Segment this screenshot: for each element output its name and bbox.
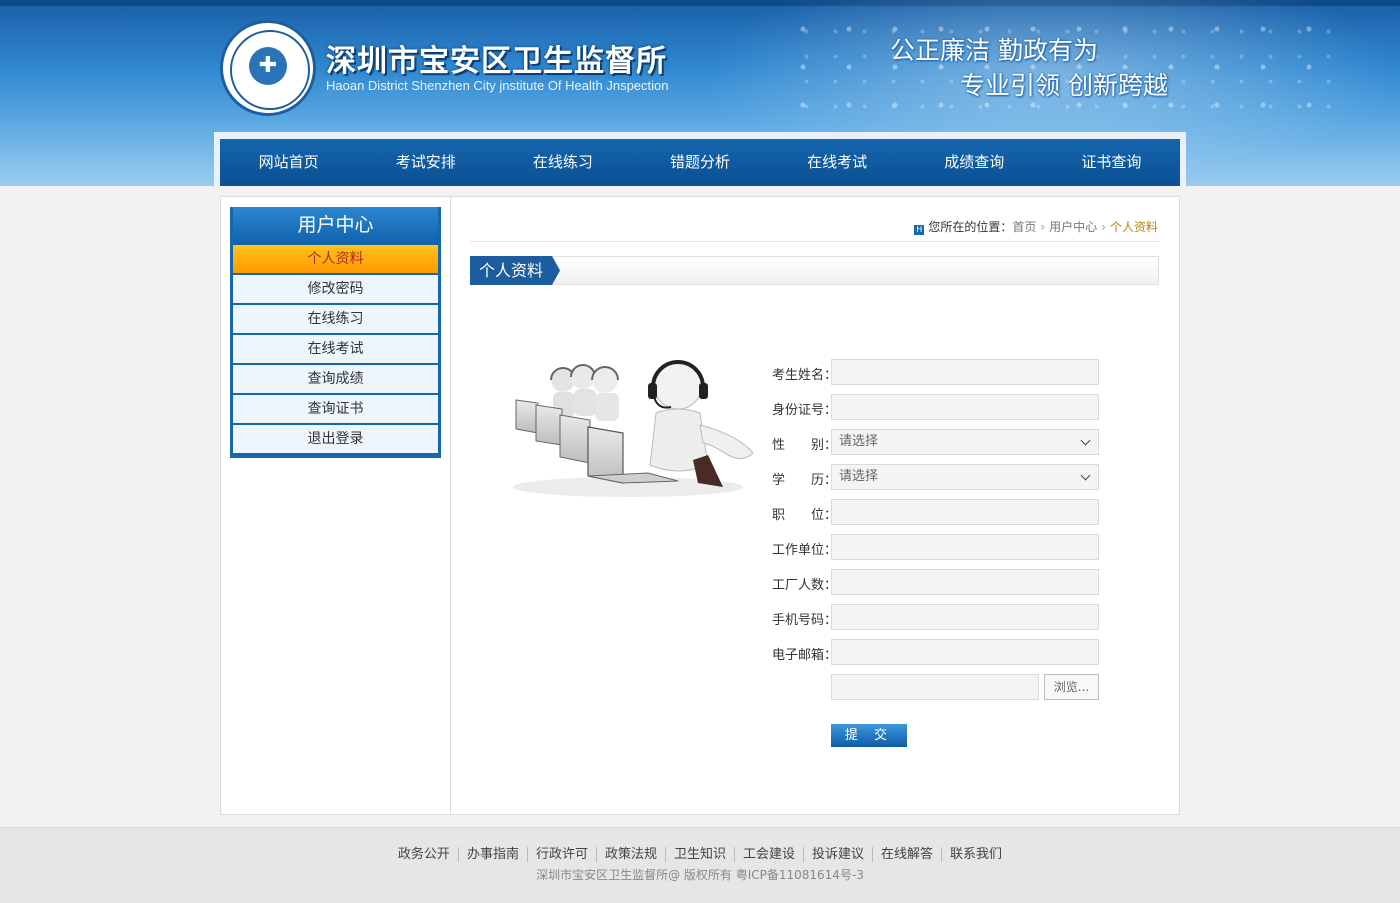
name-input[interactable] [831, 359, 1099, 385]
sidebar-item-logout[interactable]: 退出登录 [233, 425, 438, 453]
slogan-line-1: 公正廉洁 勤政有为 [890, 36, 1098, 65]
nav-item-exam-schedule[interactable]: 考试安排 [357, 139, 494, 186]
footer-link-contact[interactable]: 联系我们 [941, 847, 1011, 862]
chevron-right-icon: › [1040, 220, 1046, 234]
breadcrumb-home-link[interactable]: 首页 [1012, 220, 1036, 234]
footer-link-online-answers[interactable]: 在线解答 [872, 847, 942, 862]
sidebar-item-change-password[interactable]: 修改密码 [233, 275, 438, 303]
footer-link-complaints[interactable]: 投诉建议 [803, 847, 873, 862]
nav-item-home[interactable]: 网站首页 [220, 139, 357, 186]
sidebar-item-query-certificate[interactable]: 查询证书 [233, 395, 438, 423]
breadcrumb-divider [470, 241, 1159, 242]
chevron-right-icon: › [1101, 220, 1106, 234]
gender-select[interactable]: 请选择 [831, 429, 1099, 455]
nav-item-error-analysis[interactable]: 错题分析 [631, 139, 768, 186]
factory-headcount-input[interactable] [831, 569, 1099, 595]
footer-link-service-guide[interactable]: 办事指南 [457, 847, 527, 862]
sidebar-title: 用户中心 [233, 207, 438, 244]
factory-headcount-label: 工厂人数： [772, 578, 838, 593]
breadcrumb: H 您所在的位置：首页 › 用户中心 › 个人资料 [914, 218, 1158, 235]
breadcrumb-prefix: 您所在的位置： [928, 220, 1013, 234]
section-title: 个人资料 [470, 256, 560, 285]
id-number-input[interactable] [831, 394, 1099, 420]
nav-item-certificate-query[interactable]: 证书查询 [1043, 139, 1180, 186]
nav-item-online-practice[interactable]: 在线练习 [494, 139, 631, 186]
main-nav: 网站首页 考试安排 在线练习 错题分析 在线考试 成绩查询 证书查询 [220, 139, 1180, 186]
gender-label: 性 别： [772, 438, 838, 453]
sidebar-item-online-practice[interactable]: 在线练习 [233, 305, 438, 333]
footer-link-health-knowledge[interactable]: 卫生知识 [664, 847, 734, 862]
footer-link-union[interactable]: 工会建设 [734, 847, 804, 862]
footer-link-government-affairs[interactable]: 政务公开 [390, 847, 458, 862]
phone-label: 手机号码： [772, 613, 838, 628]
id-number-label: 身份证号： [772, 403, 838, 418]
phone-input[interactable] [831, 604, 1099, 630]
customer-service-illustration [513, 360, 754, 497]
education-label: 学 历： [772, 473, 838, 488]
sidebar-item-online-exam[interactable]: 在线考试 [233, 335, 438, 363]
sidebar-item-profile[interactable]: 个人资料 [233, 245, 438, 273]
nav-item-score-query[interactable]: 成绩查询 [906, 139, 1043, 186]
breadcrumb-current: 个人资料 [1109, 220, 1158, 234]
health-inspection-emblem-icon [220, 20, 316, 116]
user-center-sidebar: 用户中心 个人资料 修改密码 在线练习 在线考试 查询成绩 查询证书 退出登录 [230, 207, 441, 458]
site-subtitle: Haoan District Shenzhen City jnstitute O… [326, 78, 669, 93]
footer-link-policies[interactable]: 政策法规 [595, 847, 665, 862]
education-select-value: 请选择 [839, 469, 879, 484]
section-header-bar [470, 256, 1159, 285]
file-path-field[interactable] [831, 674, 1039, 700]
name-label: 考生姓名： [772, 368, 838, 383]
site-title: 深圳市宝安区卫生监督所 [326, 44, 667, 79]
chevron-down-icon [1080, 470, 1091, 481]
sidebar-item-query-score[interactable]: 查询成绩 [233, 365, 438, 393]
column-divider [450, 197, 451, 814]
employer-input[interactable] [831, 534, 1099, 560]
gender-select-value: 请选择 [839, 434, 879, 449]
education-select[interactable]: 请选择 [831, 464, 1099, 490]
breadcrumb-user-center-link[interactable]: 用户中心 [1049, 220, 1097, 234]
footer-link-administrative-license[interactable]: 行政许可 [526, 847, 596, 862]
nav-item-online-exam[interactable]: 在线考试 [769, 139, 906, 186]
footer-links: 政务公开 办事指南 行政许可 政策法规 卫生知识 工会建设 投诉建议 在线解答 联系我们 [0, 843, 1400, 862]
email-label: 电子邮箱： [772, 648, 838, 663]
footer-copyright: 深圳市宝安区卫生监督所@ 版权所有 粤ICP备11081614号-3 [536, 868, 864, 882]
browse-button[interactable]: 浏览... [1044, 674, 1099, 700]
email-input[interactable] [831, 639, 1099, 665]
submit-button[interactable]: 提 交 [831, 724, 907, 747]
employer-label: 工作单位： [772, 543, 838, 558]
chevron-down-icon [1080, 435, 1091, 446]
position-label: 职 位： [772, 508, 838, 523]
emblem-center [249, 47, 287, 85]
position-input[interactable] [831, 499, 1099, 525]
site-footer [0, 827, 1400, 903]
slogan-line-2: 专业引领 创新跨越 [960, 71, 1168, 100]
location-icon: H [914, 225, 925, 235]
